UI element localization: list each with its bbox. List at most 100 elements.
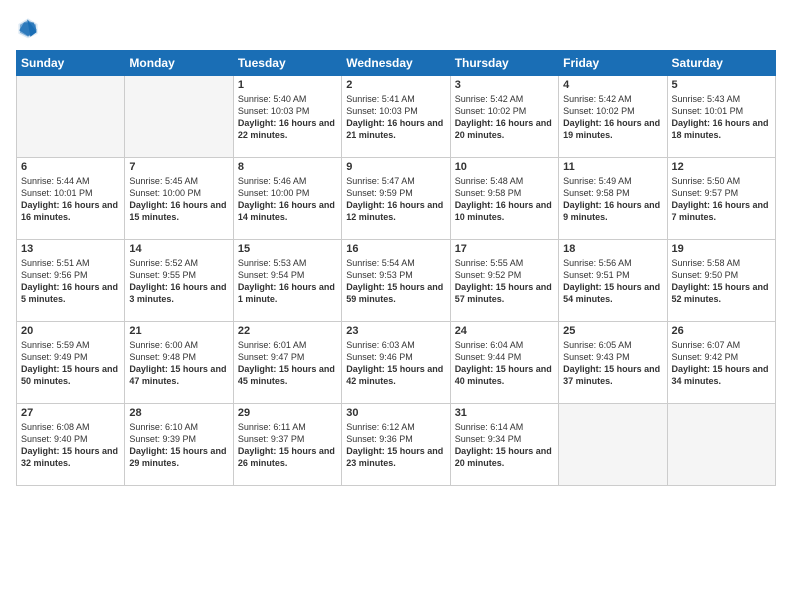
day-info: Sunrise: 6:10 AMSunset: 9:39 PMDaylight:… (129, 421, 228, 470)
day-info: Sunrise: 6:01 AMSunset: 9:47 PMDaylight:… (238, 339, 337, 388)
day-info: Sunrise: 6:08 AMSunset: 9:40 PMDaylight:… (21, 421, 120, 470)
calendar-cell: 31 Sunrise: 6:14 AMSunset: 9:34 PMDayligh… (450, 404, 558, 486)
logo (16, 16, 44, 40)
col-tuesday: Tuesday (233, 51, 341, 76)
day-number: 24 (455, 325, 554, 337)
day-info: Sunrise: 5:48 AMSunset: 9:58 PMDaylight:… (455, 175, 554, 224)
day-info: Sunrise: 5:42 AMSunset: 10:02 PMDaylight… (455, 93, 554, 142)
day-info: Sunrise: 5:56 AMSunset: 9:51 PMDaylight:… (563, 257, 662, 306)
calendar-cell: 4 Sunrise: 5:42 AMSunset: 10:02 PMDayligh… (559, 76, 667, 158)
day-info: Sunrise: 5:44 AMSunset: 10:01 PMDaylight… (21, 175, 120, 224)
day-info: Sunrise: 6:05 AMSunset: 9:43 PMDaylight:… (563, 339, 662, 388)
calendar-cell: 24 Sunrise: 6:04 AMSunset: 9:44 PMDayligh… (450, 322, 558, 404)
calendar-cell: 12 Sunrise: 5:50 AMSunset: 9:57 PMDayligh… (667, 158, 775, 240)
calendar-cell: 27 Sunrise: 6:08 AMSunset: 9:40 PMDayligh… (17, 404, 125, 486)
day-number: 2 (346, 79, 445, 91)
day-info: Sunrise: 5:51 AMSunset: 9:56 PMDaylight:… (21, 257, 120, 306)
day-number: 9 (346, 161, 445, 173)
day-info: Sunrise: 5:43 AMSunset: 10:01 PMDaylight… (672, 93, 771, 142)
col-wednesday: Wednesday (342, 51, 450, 76)
day-number: 12 (672, 161, 771, 173)
day-info: Sunrise: 6:03 AMSunset: 9:46 PMDaylight:… (346, 339, 445, 388)
calendar-cell: 21 Sunrise: 6:00 AMSunset: 9:48 PMDayligh… (125, 322, 233, 404)
day-info: Sunrise: 5:49 AMSunset: 9:58 PMDaylight:… (563, 175, 662, 224)
calendar-cell: 2 Sunrise: 5:41 AMSunset: 10:03 PMDayligh… (342, 76, 450, 158)
calendar-cell (125, 76, 233, 158)
col-thursday: Thursday (450, 51, 558, 76)
calendar-week-row: 1 Sunrise: 5:40 AMSunset: 10:03 PMDayligh… (17, 76, 776, 158)
day-info: Sunrise: 6:14 AMSunset: 9:34 PMDaylight:… (455, 421, 554, 470)
calendar-cell: 15Sunrise: 5:53 AMSunset: 9:54 PMDayligh… (233, 240, 341, 322)
calendar-cell: 18 Sunrise: 5:56 AMSunset: 9:51 PMDayligh… (559, 240, 667, 322)
col-saturday: Saturday (667, 51, 775, 76)
calendar-cell: 11 Sunrise: 5:49 AMSunset: 9:58 PMDayligh… (559, 158, 667, 240)
day-info: Sunrise: 5:50 AMSunset: 9:57 PMDaylight:… (672, 175, 771, 224)
day-number: 8 (238, 161, 337, 173)
calendar-cell (559, 404, 667, 486)
day-info: Sunrise: 5:46 AMSunset: 10:00 PMDaylight… (238, 175, 337, 224)
day-number: 28 (129, 407, 228, 419)
day-number: 3 (455, 79, 554, 91)
calendar-cell: 22 Sunrise: 6:01 AMSunset: 9:47 PMDayligh… (233, 322, 341, 404)
day-info: Sunrise: 5:41 AMSunset: 10:03 PMDaylight… (346, 93, 445, 142)
day-number: 23 (346, 325, 445, 337)
calendar-cell: 25 Sunrise: 6:05 AMSunset: 9:43 PMDayligh… (559, 322, 667, 404)
day-info: Sunrise: 5:45 AMSunset: 10:00 PMDaylight… (129, 175, 228, 224)
day-number: 14 (129, 243, 228, 255)
calendar-cell: 3 Sunrise: 5:42 AMSunset: 10:02 PMDayligh… (450, 76, 558, 158)
day-number: 17 (455, 243, 554, 255)
day-number: 29 (238, 407, 337, 419)
day-info: Sunrise: 5:42 AMSunset: 10:02 PMDaylight… (563, 93, 662, 142)
calendar-cell: 28 Sunrise: 6:10 AMSunset: 9:39 PMDayligh… (125, 404, 233, 486)
calendar-cell: 8 Sunrise: 5:46 AMSunset: 10:00 PMDayligh… (233, 158, 341, 240)
calendar-cell: 20Sunrise: 5:59 AMSunset: 9:49 PMDayligh… (17, 322, 125, 404)
day-info: Sunrise: 5:55 AMSunset: 9:52 PMDaylight:… (455, 257, 554, 306)
calendar-cell (17, 76, 125, 158)
calendar-cell: 16 Sunrise: 5:54 AMSunset: 9:53 PMDayligh… (342, 240, 450, 322)
calendar-table: Sunday Monday Tuesday Wednesday Thursday… (16, 50, 776, 486)
day-info: Sunrise: 6:07 AMSunset: 9:42 PMDaylight:… (672, 339, 771, 388)
day-number: 16 (346, 243, 445, 255)
day-number: 6 (21, 161, 120, 173)
day-number: 11 (563, 161, 662, 173)
calendar-cell: 1 Sunrise: 5:40 AMSunset: 10:03 PMDayligh… (233, 76, 341, 158)
calendar-week-row: 13Sunrise: 5:51 AMSunset: 9:56 PMDayligh… (17, 240, 776, 322)
calendar-cell: 19 Sunrise: 5:58 AMSunset: 9:50 PMDayligh… (667, 240, 775, 322)
calendar-cell: 9Sunrise: 5:47 AMSunset: 9:59 PMDaylight… (342, 158, 450, 240)
day-number: 27 (21, 407, 120, 419)
day-number: 26 (672, 325, 771, 337)
logo-icon (16, 16, 40, 40)
calendar-cell (667, 404, 775, 486)
day-info: Sunrise: 6:00 AMSunset: 9:48 PMDaylight:… (129, 339, 228, 388)
day-number: 4 (563, 79, 662, 91)
day-info: Sunrise: 5:53 AMSunset: 9:54 PMDaylight:… (238, 257, 337, 306)
day-info: Sunrise: 5:54 AMSunset: 9:53 PMDaylight:… (346, 257, 445, 306)
day-number: 19 (672, 243, 771, 255)
day-info: Sunrise: 5:59 AMSunset: 9:49 PMDaylight:… (21, 339, 120, 388)
day-info: Sunrise: 5:52 AMSunset: 9:55 PMDaylight:… (129, 257, 228, 306)
day-info: Sunrise: 6:04 AMSunset: 9:44 PMDaylight:… (455, 339, 554, 388)
calendar-cell: 30Sunrise: 6:12 AMSunset: 9:36 PMDayligh… (342, 404, 450, 486)
calendar-cell: 23 Sunrise: 6:03 AMSunset: 9:46 PMDayligh… (342, 322, 450, 404)
calendar-cell: 7Sunrise: 5:45 AMSunset: 10:00 PMDayligh… (125, 158, 233, 240)
calendar-cell: 14 Sunrise: 5:52 AMSunset: 9:55 PMDayligh… (125, 240, 233, 322)
day-number: 31 (455, 407, 554, 419)
day-info: Sunrise: 5:58 AMSunset: 9:50 PMDaylight:… (672, 257, 771, 306)
calendar-cell: 10Sunrise: 5:48 AMSunset: 9:58 PMDayligh… (450, 158, 558, 240)
calendar-cell: 13Sunrise: 5:51 AMSunset: 9:56 PMDayligh… (17, 240, 125, 322)
day-info: Sunrise: 6:11 AMSunset: 9:37 PMDaylight:… (238, 421, 337, 470)
day-number: 1 (238, 79, 337, 91)
day-info: Sunrise: 5:40 AMSunset: 10:03 PMDaylight… (238, 93, 337, 142)
col-sunday: Sunday (17, 51, 125, 76)
calendar-week-row: 20Sunrise: 5:59 AMSunset: 9:49 PMDayligh… (17, 322, 776, 404)
page: Sunday Monday Tuesday Wednesday Thursday… (0, 0, 792, 612)
day-number: 30 (346, 407, 445, 419)
day-number: 25 (563, 325, 662, 337)
calendar-week-row: 6 Sunrise: 5:44 AMSunset: 10:01 PMDayligh… (17, 158, 776, 240)
day-number: 22 (238, 325, 337, 337)
day-number: 21 (129, 325, 228, 337)
calendar-cell: 6 Sunrise: 5:44 AMSunset: 10:01 PMDayligh… (17, 158, 125, 240)
day-number: 18 (563, 243, 662, 255)
calendar-cell: 29 Sunrise: 6:11 AMSunset: 9:37 PMDayligh… (233, 404, 341, 486)
col-monday: Monday (125, 51, 233, 76)
